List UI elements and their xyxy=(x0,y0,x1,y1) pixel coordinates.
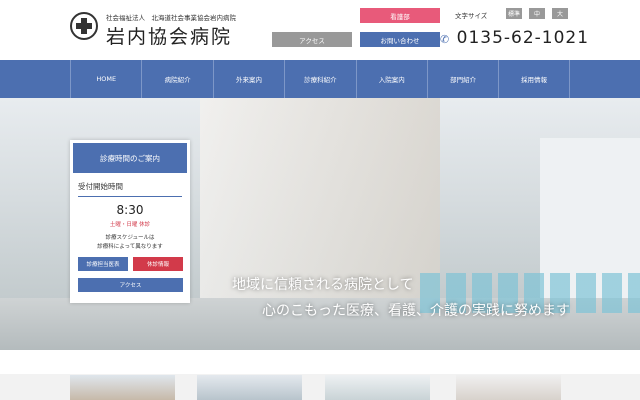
font-size-label: 文字サイズ xyxy=(455,12,488,20)
nav-recruit[interactable]: 採用情報 xyxy=(498,60,570,98)
schedule-note: 診療スケジュールは診療科によって異なります xyxy=(70,234,190,252)
note-line-1: 診療スケジュールは xyxy=(105,235,155,241)
nursing-button[interactable]: 看護部 xyxy=(360,8,440,23)
nav-inpatient[interactable]: 入院案内 xyxy=(355,60,427,98)
font-size-medium[interactable]: 中 xyxy=(529,8,545,19)
contact-button[interactable]: お問い合わせ xyxy=(360,32,440,47)
phone-text: 0135-62-1021 xyxy=(456,28,590,48)
nav-departments[interactable]: 診療科紹介 xyxy=(284,60,355,98)
hours-title: 診療時間のご案内 xyxy=(73,143,187,173)
phone-number: ✆ 0135-62-1021 xyxy=(440,28,589,48)
main-nav: HOME 病院紹介 外来案内 診療科紹介 入院案内 部門紹介 採用情報 xyxy=(0,60,640,98)
reception-label: 受付開始時間 xyxy=(78,181,182,197)
closed-days: 土曜・日曜 休診 xyxy=(109,222,151,228)
org-name: 社会福祉法人 北海道社会事業協会岩内病院 xyxy=(106,14,236,22)
schedule-button[interactable]: 診療担当医表 xyxy=(78,257,128,271)
panel-access-button[interactable]: アクセス xyxy=(78,278,183,292)
nav-home[interactable]: HOME xyxy=(70,60,141,98)
phone-icon: ✆ xyxy=(440,33,451,46)
hospital-logo-icon[interactable] xyxy=(70,12,98,40)
note-line-2: 診療科によって異なります xyxy=(97,244,163,250)
hero-catch-2: 心のこもった医療、看護、介護の実践に努めます xyxy=(262,303,570,319)
nav-outpatient[interactable]: 外来案内 xyxy=(212,60,284,98)
nav-divisions[interactable]: 部門紹介 xyxy=(426,60,498,98)
card-image-1[interactable] xyxy=(70,375,175,400)
access-button[interactable]: アクセス xyxy=(272,32,352,47)
hospital-name[interactable]: 岩内協会病院 xyxy=(106,22,232,49)
nav-about[interactable]: 病院紹介 xyxy=(141,60,212,98)
reception-time: 8:30 xyxy=(116,203,144,217)
card-image-3[interactable] xyxy=(325,375,430,400)
hours-panel: 診療時間のご案内 受付開始時間 8:30 土曜・日曜 休診 診療スケジュールは診… xyxy=(70,140,190,303)
font-size-standard[interactable]: 標準 xyxy=(506,8,522,19)
holiday-button[interactable]: 休診情報 xyxy=(133,257,183,271)
card-image-2[interactable] xyxy=(197,375,302,400)
hero-building xyxy=(200,98,440,298)
font-size-large[interactable]: 大 xyxy=(552,8,568,19)
header: 社会福祉法人 北海道社会事業協会岩内病院 岩内協会病院 看護部 アクセス お問い… xyxy=(0,0,640,60)
hero-catch-1: 地域に信頼される病院として xyxy=(232,277,414,293)
card-image-4[interactable] xyxy=(456,375,561,400)
